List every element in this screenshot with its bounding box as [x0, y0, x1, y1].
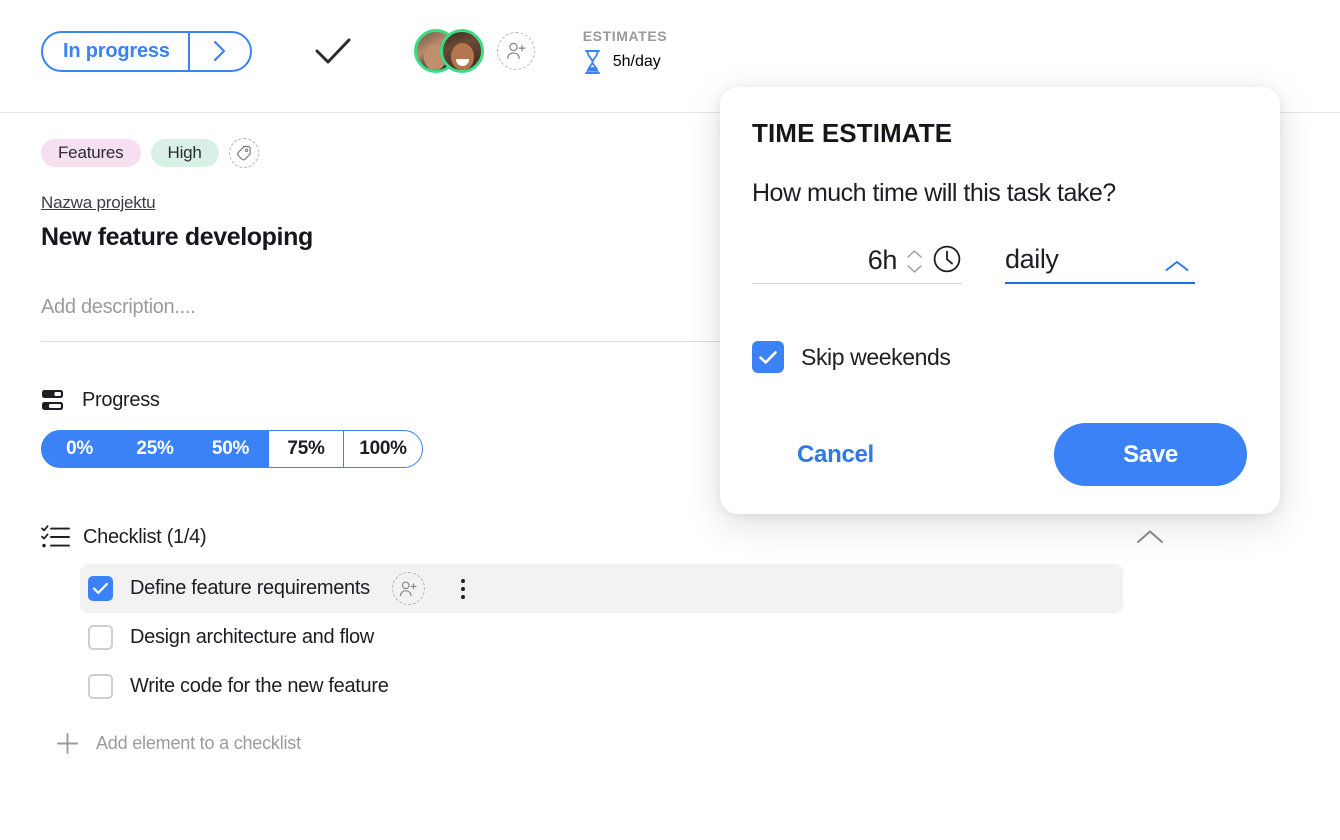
checklist-item-checkbox[interactable]: [88, 625, 113, 650]
more-vertical-icon-dot: [460, 578, 465, 583]
checkmark-icon: [759, 350, 777, 364]
progress-option-25[interactable]: 25%: [116, 430, 194, 468]
tag-label: Features: [58, 143, 124, 162]
avatar[interactable]: [439, 29, 484, 73]
task-detail-page: In progress ESTIMATES 5h/day Features Hi…: [0, 0, 1340, 840]
chevron-up-icon: [1137, 530, 1163, 543]
progress-option-75[interactable]: 75%: [267, 430, 345, 468]
plus-icon: [57, 733, 78, 754]
skip-weekends-row[interactable]: Skip weekends: [752, 341, 1247, 373]
skip-weekends-checkbox[interactable]: [752, 341, 784, 373]
checklist-item-checkbox[interactable]: [88, 674, 113, 699]
progress-bars-icon: [42, 390, 63, 410]
checklist-item-checkbox[interactable]: [88, 576, 113, 601]
add-person-icon: [506, 42, 526, 59]
status-next-button[interactable]: [187, 32, 250, 70]
complete-task-button[interactable]: [314, 36, 352, 66]
status-label: In progress: [63, 39, 170, 62]
checklist-collapse-button[interactable]: [1135, 528, 1165, 546]
avatar-smile: [455, 59, 469, 66]
more-vertical-icon-dot: [460, 586, 465, 591]
hours-value[interactable]: 6h: [868, 247, 898, 274]
status-pill[interactable]: In progress: [41, 30, 252, 72]
checklist-item[interactable]: Write code for the new feature: [80, 662, 1123, 711]
modal-question: How much time will this task take?: [752, 179, 1116, 207]
hours-field[interactable]: 6h: [752, 244, 962, 284]
checklist-item-assign-button[interactable]: [391, 572, 425, 605]
frequency-select[interactable]: daily: [1005, 244, 1195, 284]
progress-option-50[interactable]: 50%: [192, 430, 269, 468]
estimates-value-row[interactable]: 5h/day: [583, 49, 667, 75]
time-estimate-modal: TIME ESTIMATE How much time will this ta…: [720, 87, 1280, 514]
tag-label: High: [167, 143, 202, 162]
stepper-up-icon[interactable]: [906, 249, 923, 259]
checklist-item[interactable]: Define feature requirements: [80, 564, 1123, 613]
estimates-label: ESTIMATES: [582, 27, 668, 44]
modal-title: TIME ESTIMATE: [752, 118, 953, 148]
frequency-value: daily: [1005, 244, 1059, 274]
checklist-item-more-button[interactable]: [451, 572, 475, 605]
checklist-item-label: Write code for the new feature: [130, 675, 389, 697]
clock-icon: [933, 245, 961, 273]
progress-option-0[interactable]: 0%: [41, 430, 118, 468]
add-checklist-element-button[interactable]: Add element to a checklist: [55, 731, 1340, 756]
stepper-down-icon[interactable]: [906, 264, 923, 274]
checklist-header: Checklist (1/4): [41, 524, 1165, 550]
checklist-item-label: Design architecture and flow: [130, 626, 374, 648]
chevron-right-icon: [213, 40, 225, 62]
hours-stepper[interactable]: [906, 249, 923, 274]
checklist-item-label: Define feature requirements: [130, 577, 370, 599]
estimates-value: 5h/day: [612, 52, 661, 70]
project-link[interactable]: Nazwa projektu: [41, 193, 156, 213]
skip-weekends-label: Skip weekends: [801, 343, 951, 370]
checkmark-icon: [315, 38, 351, 64]
checklist-icon: [41, 525, 70, 548]
save-button[interactable]: Save: [1054, 423, 1247, 486]
tag-high[interactable]: High: [150, 139, 219, 167]
progress-title: Progress: [82, 388, 160, 411]
cancel-button[interactable]: Cancel: [752, 441, 874, 469]
add-assignee-button[interactable]: [496, 32, 535, 70]
assignee-avatars[interactable]: [413, 29, 535, 73]
add-checklist-element-label: Add element to a checklist: [96, 733, 301, 753]
checkmark-icon: [92, 582, 109, 594]
checklist-item[interactable]: Design architecture and flow: [80, 613, 1123, 662]
tag-features[interactable]: Features: [41, 139, 141, 167]
frequency-chevron-button[interactable]: [1164, 259, 1195, 273]
modal-actions: Cancel Save: [752, 423, 1247, 486]
progress-option-100[interactable]: 100%: [343, 430, 423, 468]
estimates-block[interactable]: ESTIMATES 5h/day: [583, 28, 667, 75]
checklist-items: Define feature requirements Design archi…: [80, 564, 1340, 711]
clock-picker-button[interactable]: [932, 244, 962, 274]
checklist-title: Checklist (1/4): [83, 525, 207, 548]
add-person-icon: [400, 581, 417, 596]
tag-icon: [237, 145, 251, 160]
hourglass-icon: [584, 49, 600, 74]
modal-fields: 6h daily: [752, 244, 1247, 284]
more-vertical-icon-dot: [460, 594, 465, 599]
chevron-up-icon: [1165, 261, 1189, 271]
add-tag-button[interactable]: [228, 138, 259, 168]
